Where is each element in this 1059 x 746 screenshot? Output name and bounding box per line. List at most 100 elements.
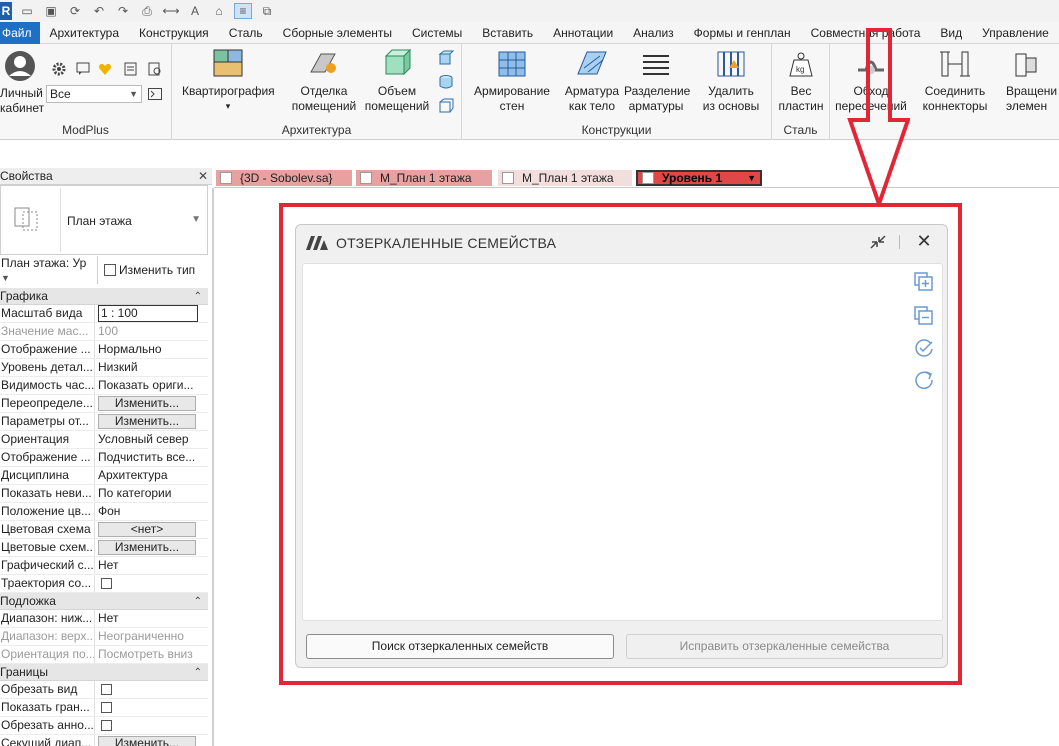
menu-precast[interactable]: Сборные элементы: [273, 22, 402, 44]
edit-type-button[interactable]: Изменить тип: [98, 263, 195, 277]
tab-3d-view[interactable]: {3D - Sobolev.sa}: [216, 170, 352, 186]
fix-mirrored-button[interactable]: Исправить отзеркаленные семейства: [626, 634, 943, 659]
home-icon[interactable]: ⌂: [210, 3, 228, 19]
menu-massing[interactable]: Формы и генплан: [684, 22, 801, 44]
room-volume-button[interactable]: Объем помещений: [362, 48, 432, 114]
property-value[interactable]: По категории: [95, 485, 208, 502]
print-icon[interactable]: ⎙: [138, 3, 156, 19]
property-value[interactable]: [95, 699, 208, 716]
property-value[interactable]: Нет: [95, 610, 208, 627]
collapse-chevron-icon[interactable]: ⌃: [194, 288, 202, 305]
property-value[interactable]: Фон: [95, 503, 208, 520]
text-icon[interactable]: A: [186, 3, 204, 19]
menu-insert[interactable]: Вставить: [472, 22, 543, 44]
menu-steel[interactable]: Сталь: [219, 22, 273, 44]
chat-icon[interactable]: [76, 62, 90, 76]
apartment-layout-button[interactable]: Квартирография ▾: [182, 48, 275, 114]
close-icon[interactable]: ▼: [747, 172, 756, 184]
cylinder-icon[interactable]: [438, 74, 454, 90]
type-selector[interactable]: План этажа ▼: [0, 185, 208, 255]
menu-file[interactable]: Файл: [0, 21, 40, 44]
search-doc-icon[interactable]: [148, 62, 162, 76]
remove-from-host-button[interactable]: Удалить из основы: [696, 48, 766, 114]
collapse-chevron-icon[interactable]: ⌃: [194, 664, 202, 681]
property-value[interactable]: Показать ориги...: [95, 377, 208, 394]
property-value[interactable]: Низкий: [95, 359, 208, 376]
property-value[interactable]: Изменить...: [95, 395, 208, 412]
property-value[interactable]: [95, 681, 208, 698]
open-icon[interactable]: ▭: [18, 3, 36, 19]
menu-analyze[interactable]: Анализ: [623, 22, 684, 44]
undo-icon[interactable]: ↶: [90, 3, 108, 19]
user-icon[interactable]: [4, 50, 36, 82]
edit-property-button[interactable]: <нет>: [98, 522, 196, 537]
property-value[interactable]: Изменить...: [95, 539, 208, 556]
collapse-icon[interactable]: [868, 233, 888, 251]
property-value[interactable]: [95, 575, 208, 592]
select-all-add-icon[interactable]: [914, 272, 934, 292]
measure-icon[interactable]: ⟷: [162, 3, 180, 19]
section-header[interactable]: Графика ⌃: [0, 288, 208, 305]
tab-plan-1[interactable]: М_План 1 этажа: [356, 170, 492, 186]
select-remove-icon[interactable]: [914, 306, 934, 326]
close-icon[interactable]: ✕: [198, 168, 208, 185]
property-value[interactable]: Подчистить все...: [95, 449, 208, 466]
edit-property-button[interactable]: Изменить...: [98, 396, 196, 411]
property-value[interactable]: Архитектура: [95, 467, 208, 484]
save-icon[interactable]: ▣: [42, 3, 60, 19]
menu-annotate[interactable]: Аннотации: [543, 22, 623, 44]
switch-windows-icon[interactable]: ⧉: [258, 3, 276, 19]
edit-property-button[interactable]: Изменить...: [98, 414, 196, 429]
sync-icon[interactable]: ⟳: [66, 3, 84, 19]
property-checkbox[interactable]: [101, 578, 112, 589]
console-icon[interactable]: [148, 88, 162, 100]
property-value[interactable]: Нет: [95, 557, 208, 574]
chevron-down-icon[interactable]: ▼: [191, 214, 201, 225]
connect-connectors-button[interactable]: Соединить коннекторы: [916, 48, 994, 114]
menu-architecture[interactable]: Архитектура: [40, 22, 130, 44]
edit-property-button[interactable]: Изменить...: [98, 540, 196, 555]
property-value[interactable]: Изменить...: [95, 413, 208, 430]
section-header[interactable]: Границы ⌃: [0, 664, 208, 681]
collapse-chevron-icon[interactable]: ⌃: [194, 593, 202, 610]
families-list[interactable]: [302, 263, 943, 621]
heart-icon[interactable]: [98, 62, 112, 76]
notes-icon[interactable]: [124, 62, 138, 76]
box-outline-icon[interactable]: [438, 98, 454, 114]
property-checkbox[interactable]: [101, 702, 112, 713]
tab-level-1[interactable]: Уровень 1 ▼: [636, 170, 762, 186]
section-header[interactable]: Подложка ⌃: [0, 593, 208, 610]
property-value[interactable]: Изменить...: [95, 735, 208, 746]
menu-view[interactable]: Вид: [930, 22, 972, 44]
thin-lines-icon[interactable]: ≡: [234, 3, 252, 19]
revit-logo[interactable]: R: [0, 2, 12, 20]
close-dialog-icon[interactable]: ✕: [914, 231, 934, 251]
menu-structure[interactable]: Конструкция: [129, 22, 219, 44]
property-value[interactable]: <нет>: [95, 521, 208, 538]
plate-weight-button[interactable]: kg Вес пластин: [774, 48, 828, 114]
rotate-elements-button[interactable]: Вращени элемен: [1006, 48, 1059, 114]
rebar-split-button[interactable]: Разделение арматуры: [624, 48, 690, 114]
wall-reinforcement-button[interactable]: Армирование стен: [470, 48, 554, 114]
refresh-icon[interactable]: [914, 370, 934, 390]
property-value[interactable]: Условный север: [95, 431, 208, 448]
cube-icon[interactable]: [438, 50, 455, 66]
menu-manage[interactable]: Управление: [972, 22, 1059, 44]
property-checkbox[interactable]: [101, 684, 112, 695]
tab-plan-2[interactable]: М_План 1 этажа: [498, 170, 632, 186]
check-all-icon[interactable]: [914, 338, 934, 358]
find-mirrored-button[interactable]: Поиск отзеркаленных семейств: [306, 634, 614, 659]
property-value[interactable]: 1 : 100: [95, 305, 208, 322]
rebar-as-body-button[interactable]: Арматура как тело: [560, 48, 624, 114]
menu-systems[interactable]: Системы: [402, 22, 472, 44]
edit-property-button[interactable]: Изменить...: [98, 736, 196, 746]
view-scale-input[interactable]: 1 : 100: [98, 305, 198, 322]
redo-icon[interactable]: ↷: [114, 3, 132, 19]
gear-icon[interactable]: [52, 62, 66, 76]
view-instance-select[interactable]: План этажа: Ур ▼: [0, 256, 98, 284]
property-value[interactable]: Нормально: [95, 341, 208, 358]
property-checkbox[interactable]: [101, 720, 112, 731]
modplus-filter-select[interactable]: Все ▼: [46, 85, 142, 103]
property-value[interactable]: [95, 717, 208, 734]
room-finish-button[interactable]: Отделка помещений: [284, 48, 364, 114]
